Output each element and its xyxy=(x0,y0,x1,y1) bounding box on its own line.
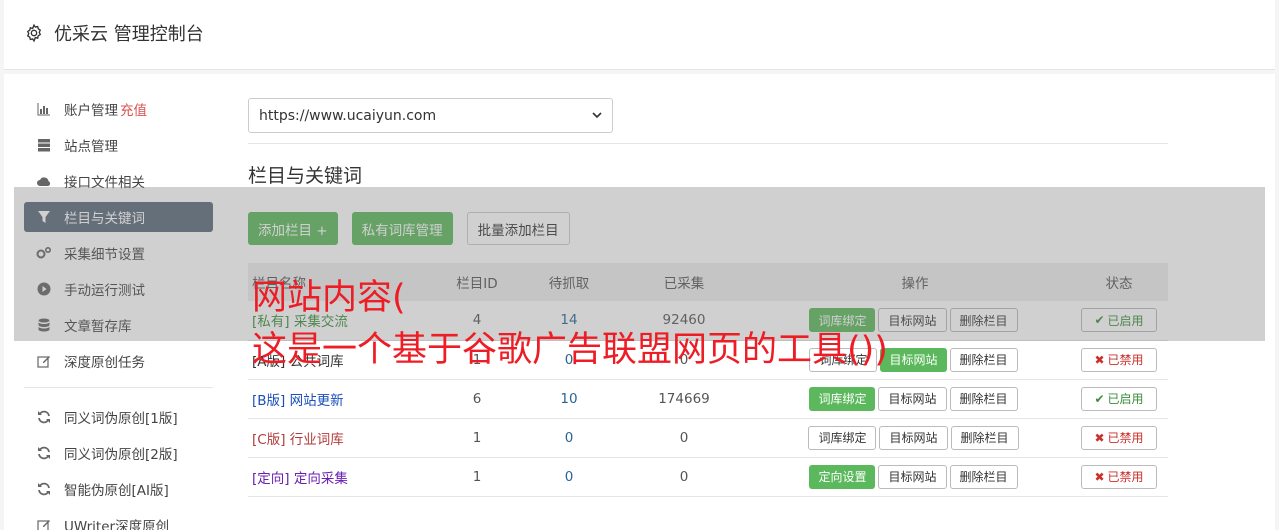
pending-count[interactable]: 0 xyxy=(530,418,608,457)
sidebar-item-sites[interactable]: 站点管理 xyxy=(24,130,213,160)
sidebar-item-synonym-v1[interactable]: 同义词伪原创[1版] xyxy=(24,402,213,432)
target-site-button[interactable]: 目标网站 xyxy=(879,425,948,450)
target-site-button[interactable]: 目标网站 xyxy=(878,464,947,489)
column-name: 网站更新 xyxy=(289,392,344,409)
divider xyxy=(248,143,1168,144)
overlay-line-2: 这是一个基于谷歌广告联盟网页的工具()) xyxy=(252,330,888,370)
status-label: 已启用 xyxy=(1107,392,1144,406)
sidebar-item-synonym-v2[interactable]: 同义词伪原创[2版] xyxy=(24,438,213,468)
status-toggle[interactable]: ✖ 已禁用 xyxy=(1081,464,1157,489)
app-title: 优采云 管理控制台 xyxy=(24,20,204,46)
status-cell: ✔ 已启用 xyxy=(1070,379,1168,418)
status-cell: ✖ 已禁用 xyxy=(1070,457,1168,496)
column-tag: [C版] xyxy=(252,431,286,448)
column-tag: [定向] xyxy=(252,470,290,487)
column-name-cell[interactable]: [B版] 网站更新 xyxy=(248,379,424,418)
column-name: 行业词库 xyxy=(289,431,344,448)
pending-count[interactable]: 10 xyxy=(530,379,608,418)
collected-count: 174669 xyxy=(658,390,710,407)
sidebar-item-label: 智能伪原创[AI版] xyxy=(64,483,169,499)
check-icon: ✔ xyxy=(1094,391,1105,406)
directional-settings-button[interactable]: 定向设置 xyxy=(809,464,876,489)
table-row: [定向] 定向采集 1 0 0 定向设置 目标网站 删除栏目 ✖ 已禁用 xyxy=(248,457,1168,496)
delete-column-button[interactable]: 删除栏目 xyxy=(949,386,1018,411)
status-toggle[interactable]: ✖ 已禁用 xyxy=(1081,347,1157,372)
column-id: 1 xyxy=(472,429,482,446)
status-cell: ✖ 已禁用 xyxy=(1070,340,1168,379)
close-icon: ✖ xyxy=(1094,469,1105,484)
column-name: 定向采集 xyxy=(293,470,348,487)
sidebar-item-label: 账户管理 xyxy=(64,103,118,119)
column-name-cell[interactable]: [C版] 行业词库 xyxy=(248,418,424,457)
bind-lib-button[interactable]: 词库绑定 xyxy=(809,386,876,411)
sidebar-item-label: 同义词伪原创[1版] xyxy=(64,411,178,427)
overlay-line-1: 网站内容( xyxy=(252,278,406,318)
status-label: 已禁用 xyxy=(1107,431,1144,445)
collected-count: 0 xyxy=(679,429,689,446)
section-title: 栏目与关键词 xyxy=(248,165,363,187)
server-icon xyxy=(36,137,52,153)
actions-cell: 词库绑定 目标网站 删除栏目 xyxy=(760,379,1070,418)
column-id: 6 xyxy=(472,390,482,407)
status-cell: ✖ 已禁用 xyxy=(1070,418,1168,457)
site-select[interactable]: https://www.ucaiyun.com xyxy=(248,98,613,133)
sidebar-divider xyxy=(24,387,213,388)
sidebar-item-label: 同义词伪原创[2版] xyxy=(64,447,178,463)
sidebar-item-deep-original[interactable]: 深度原创任务 xyxy=(24,346,213,376)
gear-icon xyxy=(26,23,42,43)
recharge-link[interactable]: 充值 xyxy=(120,103,147,119)
overlay-caption: 网站内容( 这是一个基于谷歌广告联盟网页的工具()) xyxy=(252,272,888,376)
close-icon: ✖ xyxy=(1094,430,1105,445)
sidebar-item-uwriter[interactable]: UWriter深度原创 xyxy=(24,510,213,530)
sidebar-item-ai-original[interactable]: 智能伪原创[AI版] xyxy=(24,474,213,504)
site-select-value: https://www.ucaiyun.com xyxy=(259,107,437,124)
sidebar-item-account[interactable]: 账户管理 充值 xyxy=(24,94,213,124)
bar-chart-icon xyxy=(36,101,52,117)
bind-lib-button[interactable]: 词库绑定 xyxy=(808,425,877,450)
actions-cell: 词库绑定 目标网站 删除栏目 xyxy=(760,418,1070,457)
column-id: 1 xyxy=(472,468,482,485)
delete-column-button[interactable]: 删除栏目 xyxy=(949,347,1018,372)
refresh-icon xyxy=(36,409,52,425)
edit-icon xyxy=(36,517,52,530)
target-site-button[interactable]: 目标网站 xyxy=(878,386,947,411)
sidebar-item-label: 深度原创任务 xyxy=(64,355,145,371)
status-toggle[interactable]: ✖ 已禁用 xyxy=(1081,425,1157,450)
collected-count: 0 xyxy=(679,468,689,485)
status-label: 已禁用 xyxy=(1107,353,1144,367)
pending-count[interactable]: 0 xyxy=(530,457,608,496)
app-header: 优采云 管理控制台 xyxy=(4,0,1275,70)
app-title-text: 优采云 管理控制台 xyxy=(54,24,204,45)
column-name-cell[interactable]: [定向] 定向采集 xyxy=(248,457,424,496)
status-toggle[interactable]: ✔ 已启用 xyxy=(1081,386,1157,411)
sidebar-item-label: 站点管理 xyxy=(64,139,118,155)
delete-column-button[interactable]: 删除栏目 xyxy=(950,425,1019,450)
close-icon: ✖ xyxy=(1094,352,1105,367)
status-label: 已禁用 xyxy=(1107,470,1144,484)
edit-icon xyxy=(36,353,52,369)
sidebar-item-label: UWriter深度原创 xyxy=(64,519,170,530)
table-row: [C版] 行业词库 1 0 0 词库绑定 目标网站 删除栏目 ✖ 已禁用 xyxy=(248,418,1168,457)
chevron-down-icon xyxy=(592,112,602,119)
refresh-icon xyxy=(36,445,52,461)
actions-cell: 定向设置 目标网站 删除栏目 xyxy=(760,457,1070,496)
target-site-button[interactable]: 目标网站 xyxy=(880,347,947,372)
column-tag: [B版] xyxy=(252,392,286,409)
delete-column-button[interactable]: 删除栏目 xyxy=(949,464,1018,489)
refresh-icon xyxy=(36,481,52,497)
table-row: [B版] 网站更新 6 10 174669 词库绑定 目标网站 删除栏目 ✔ 已启用 xyxy=(248,379,1168,418)
